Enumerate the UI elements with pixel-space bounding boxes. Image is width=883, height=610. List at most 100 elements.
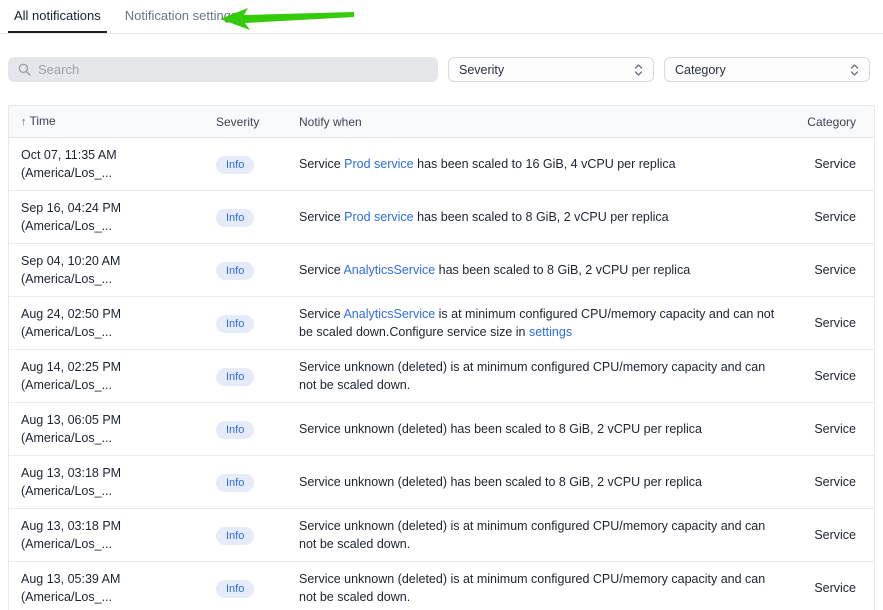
cell-severity: Info: [216, 200, 299, 235]
table-row[interactable]: Sep 16, 04:24 PM (America/Los_... Info S…: [9, 191, 874, 244]
cell-category: Service: [798, 465, 874, 499]
cell-category: Service: [798, 253, 874, 287]
notify-text: Service unknown (deleted) is at minimum …: [299, 360, 765, 392]
cell-severity: Info: [216, 465, 299, 500]
notify-message: Service unknown (deleted) has been scale…: [299, 420, 777, 438]
cell-notify-when: Service AnalyticsService has been scaled…: [299, 253, 798, 287]
cell-notify-when: Service Prod service has been scaled to …: [299, 147, 798, 181]
cell-category: Service: [798, 306, 874, 340]
notify-message: Service unknown (deleted) is at minimum …: [299, 570, 777, 606]
cell-notify-when: Service unknown (deleted) is at minimum …: [299, 509, 798, 561]
cell-severity: Info: [216, 306, 299, 341]
sort-ascending-icon: ↑: [21, 116, 27, 128]
notify-message: Service unknown (deleted) is at minimum …: [299, 517, 777, 553]
cell-severity: Info: [216, 412, 299, 447]
chevron-updown-icon: [850, 63, 859, 77]
notify-text: Service unknown (deleted) has been scale…: [299, 422, 702, 436]
notify-text: Service unknown (deleted) has been scale…: [299, 475, 702, 489]
table-header-row: ↑Time Severity Notify when Category: [9, 106, 874, 138]
notify-link[interactable]: Prod service: [344, 210, 413, 224]
notify-text: Service: [299, 307, 343, 321]
category-select[interactable]: Category: [664, 57, 870, 82]
severity-badge: Info: [216, 421, 254, 439]
notify-text: has been scaled to 16 GiB, 4 vCPU per re…: [414, 157, 676, 171]
category-select-value: Category: [675, 63, 726, 77]
severity-badge: Info: [216, 209, 254, 227]
cell-time: Aug 13, 03:18 PM (America/Los_...: [9, 509, 216, 561]
cell-notify-when: Service Prod service has been scaled to …: [299, 200, 798, 234]
cell-category: Service: [798, 200, 874, 234]
notify-message: Service AnalyticsService is at minimum c…: [299, 305, 777, 341]
notify-link[interactable]: AnalyticsService: [343, 307, 435, 321]
tab-all-notifications[interactable]: All notifications: [8, 0, 107, 33]
notify-text: Service unknown (deleted) is at minimum …: [299, 572, 765, 604]
severity-badge: Info: [216, 315, 254, 333]
cell-time: Aug 13, 06:05 PM (America/Los_...: [9, 403, 216, 455]
cell-time: Sep 04, 10:20 AM (America/Los_...: [9, 244, 216, 296]
column-header-category[interactable]: Category: [798, 107, 874, 137]
notify-text: Service: [299, 263, 343, 277]
cell-category: Service: [798, 359, 874, 393]
table-row[interactable]: Aug 13, 03:18 PM (America/Los_... Info S…: [9, 456, 874, 509]
column-header-time[interactable]: ↑Time: [9, 106, 216, 137]
tab-notification-settings[interactable]: Notification settings: [119, 0, 244, 33]
chevron-updown-icon: [634, 63, 643, 77]
tab-bar: All notifications Notification settings: [0, 0, 883, 34]
table-row[interactable]: Aug 13, 05:39 AM (America/Los_... Info S…: [9, 562, 874, 610]
notify-message: Service Prod service has been scaled to …: [299, 155, 777, 173]
column-header-notify-when[interactable]: Notify when: [299, 107, 798, 137]
notify-link[interactable]: AnalyticsService: [343, 263, 435, 277]
notify-message: Service unknown (deleted) is at minimum …: [299, 358, 777, 394]
notify-text: has been scaled to 8 GiB, 2 vCPU per rep…: [414, 210, 669, 224]
cell-notify-when: Service unknown (deleted) has been scale…: [299, 465, 798, 499]
table-row[interactable]: Aug 13, 03:18 PM (America/Los_... Info S…: [9, 509, 874, 562]
cell-time: Aug 24, 02:50 PM (America/Los_...: [9, 297, 216, 349]
cell-notify-when: Service AnalyticsService is at minimum c…: [299, 297, 798, 349]
cell-notify-when: Service unknown (deleted) is at minimum …: [299, 350, 798, 402]
cell-severity: Info: [216, 359, 299, 394]
search-box[interactable]: [8, 57, 438, 82]
cell-severity: Info: [216, 518, 299, 553]
cell-severity: Info: [216, 253, 299, 288]
table-row[interactable]: Aug 13, 06:05 PM (America/Los_... Info S…: [9, 403, 874, 456]
notifications-table: ↑Time Severity Notify when Category Oct …: [8, 105, 875, 610]
cell-severity: Info: [216, 147, 299, 182]
severity-badge: Info: [216, 156, 254, 174]
notify-message: Service unknown (deleted) has been scale…: [299, 473, 777, 491]
cell-category: Service: [798, 518, 874, 552]
notify-text: Service: [299, 210, 344, 224]
table-body: Oct 07, 11:35 AM (America/Los_... Info S…: [9, 138, 874, 610]
cell-time: Aug 14, 02:25 PM (America/Los_...: [9, 350, 216, 402]
filter-row: Severity Category: [8, 57, 870, 82]
cell-category: Service: [798, 147, 874, 181]
severity-badge: Info: [216, 262, 254, 280]
notify-message: Service AnalyticsService has been scaled…: [299, 261, 777, 279]
table-row[interactable]: Oct 07, 11:35 AM (America/Los_... Info S…: [9, 138, 874, 191]
search-icon: [18, 63, 31, 76]
severity-badge: Info: [216, 368, 254, 386]
notify-text: Service unknown (deleted) is at minimum …: [299, 519, 765, 551]
severity-select[interactable]: Severity: [448, 57, 654, 82]
cell-notify-when: Service unknown (deleted) has been scale…: [299, 412, 798, 446]
cell-time: Aug 13, 05:39 AM (America/Los_...: [9, 562, 216, 610]
severity-badge: Info: [216, 474, 254, 492]
table-row[interactable]: Aug 24, 02:50 PM (America/Los_... Info S…: [9, 297, 874, 350]
notify-text: Service: [299, 157, 344, 171]
cell-severity: Info: [216, 571, 299, 606]
table-row[interactable]: Sep 04, 10:20 AM (America/Los_... Info S…: [9, 244, 874, 297]
notify-link[interactable]: settings: [529, 325, 572, 339]
severity-badge: Info: [216, 527, 254, 545]
severity-select-value: Severity: [459, 63, 504, 77]
column-header-severity[interactable]: Severity: [216, 107, 299, 137]
cell-time: Aug 13, 03:18 PM (America/Los_...: [9, 456, 216, 508]
search-input[interactable]: [38, 62, 428, 77]
notify-text: has been scaled to 8 GiB, 2 vCPU per rep…: [435, 263, 690, 277]
severity-badge: Info: [216, 580, 254, 598]
table-row[interactable]: Aug 14, 02:25 PM (America/Los_... Info S…: [9, 350, 874, 403]
notify-link[interactable]: Prod service: [344, 157, 413, 171]
cell-category: Service: [798, 571, 874, 605]
notify-message: Service Prod service has been scaled to …: [299, 208, 777, 226]
cell-notify-when: Service unknown (deleted) is at minimum …: [299, 562, 798, 610]
cell-category: Service: [798, 412, 874, 446]
cell-time: Sep 16, 04:24 PM (America/Los_...: [9, 191, 216, 243]
